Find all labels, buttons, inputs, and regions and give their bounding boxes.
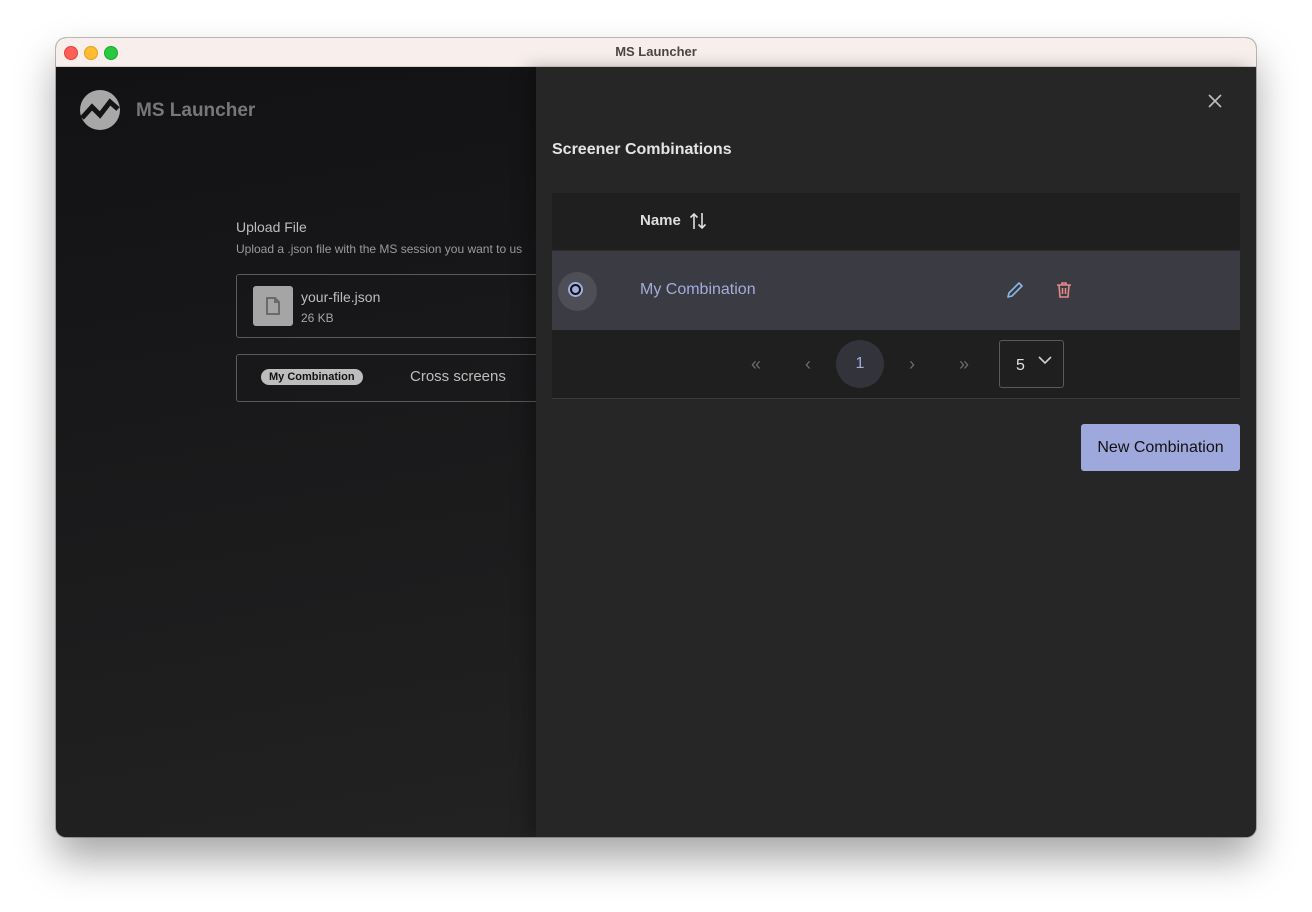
- combinations-table: Name My Combination « ‹ 1 › » 5: [552, 193, 1240, 399]
- upload-title: Upload File: [236, 219, 307, 235]
- combinations-drawer: Screener Combinations Name My Combinatio…: [536, 67, 1256, 837]
- main-panel: MS Launcher Upload File Upload a .json f…: [56, 67, 536, 837]
- cross-screens-label[interactable]: Cross screens: [410, 368, 506, 385]
- last-page-button[interactable]: »: [940, 340, 988, 388]
- combination-selector[interactable]: My Combination Cross screens: [236, 354, 536, 402]
- radio-selected-dot: [572, 286, 579, 293]
- drawer-title: Screener Combinations: [552, 141, 732, 158]
- column-header-name[interactable]: Name: [640, 212, 681, 229]
- table-header: Name: [552, 193, 1240, 251]
- first-page-button[interactable]: «: [732, 340, 780, 388]
- window-content: MS Launcher Upload File Upload a .json f…: [56, 67, 1256, 837]
- file-size: 26 KB: [301, 311, 334, 325]
- uploaded-file-card[interactable]: your-file.json 26 KB: [236, 274, 536, 338]
- page-1-button[interactable]: 1: [836, 340, 884, 388]
- app-window: MS Launcher MS Launcher Upload File Uplo…: [56, 38, 1256, 837]
- edit-icon[interactable]: [1005, 280, 1025, 300]
- sort-icon[interactable]: [689, 212, 707, 230]
- title-bar: MS Launcher: [56, 38, 1256, 67]
- combination-chip[interactable]: My Combination: [261, 369, 363, 385]
- table-row[interactable]: My Combination: [552, 251, 1240, 330]
- new-combination-button[interactable]: New Combination: [1081, 424, 1240, 471]
- rows-per-page-value: 5: [1016, 357, 1025, 374]
- chevron-down-icon: [1038, 356, 1052, 365]
- window-title: MS Launcher: [615, 44, 697, 59]
- rows-per-page-select[interactable]: 5: [999, 340, 1064, 388]
- delete-icon[interactable]: [1054, 280, 1074, 300]
- row-select-radio[interactable]: [558, 272, 597, 311]
- close-icon[interactable]: [1207, 93, 1223, 109]
- radio-outer: [568, 282, 583, 297]
- file-name: your-file.json: [301, 289, 381, 305]
- row-name[interactable]: My Combination: [640, 281, 756, 299]
- next-page-button[interactable]: ›: [888, 340, 936, 388]
- upload-subtitle: Upload a .json file with the MS session …: [236, 242, 523, 256]
- prev-page-button[interactable]: ‹: [784, 340, 832, 388]
- app-logo-icon: [80, 90, 120, 130]
- app-name: MS Launcher: [136, 100, 256, 121]
- file-icon: [266, 297, 280, 315]
- pagination: « ‹ 1 › » 5: [552, 330, 1240, 399]
- file-thumbnail: [253, 286, 293, 326]
